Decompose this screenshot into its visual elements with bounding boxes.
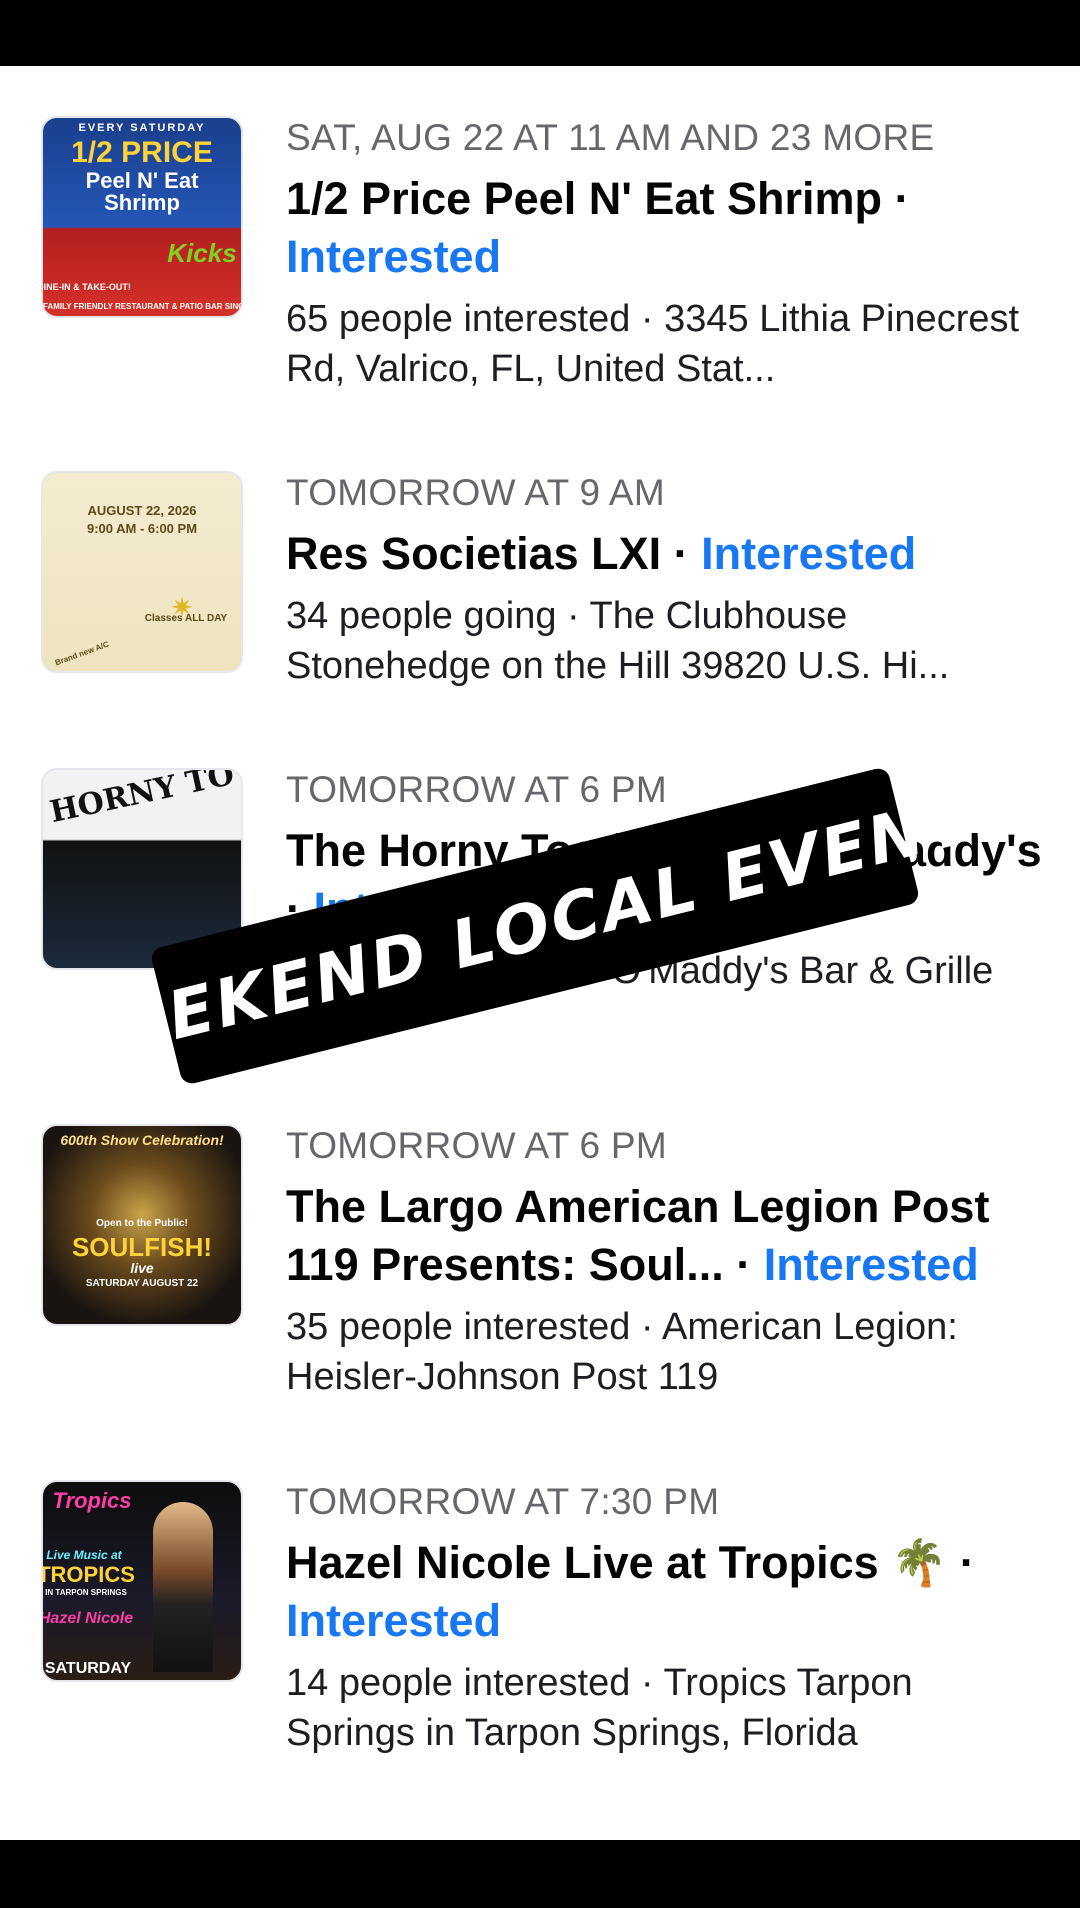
event-title[interactable]: The Largo American Legion Post 119 Prese…	[286, 1178, 1046, 1294]
event-info: TOMORROW AT 9 AM Res Societias LXI · Int…	[286, 471, 1046, 691]
event-title-text: 1/2 Price Peel N' Eat Shrimp ·	[286, 173, 910, 224]
thumb-text: Shrimp	[104, 190, 180, 215]
event-meta: 35 people interested · American Legion: …	[286, 1306, 958, 1398]
thumb-text: Brand new A/C	[53, 639, 111, 668]
thumb-text: EVERY SATURDAY	[78, 122, 206, 134]
list-item[interactable]: 600th Show Celebration! Open to the Publ…	[0, 1124, 1080, 1464]
event-info: TOMORROW AT 7:30 PM Hazel Nicole Live at…	[286, 1480, 1046, 1758]
interested-status[interactable]: Interested	[286, 1595, 501, 1646]
interested-status[interactable]: Interested	[764, 1239, 979, 1290]
thumb-text: 9:00 AM - 6:00 PM	[86, 521, 198, 536]
event-thumbnail[interactable]: 600th Show Celebration! Open to the Publ…	[41, 1124, 243, 1326]
list-item[interactable]: EVERY SATURDAY 1/2 PRICE Peel N' Eat Shr…	[0, 116, 1080, 456]
thumb-text: DINE-IN & TAKE-OUT!	[41, 282, 131, 292]
event-thumbnail[interactable]: AUGUST 22, 2026 9:00 AM - 6:00 PM ✷ Clas…	[41, 471, 243, 673]
thumb-logo: Kicks	[167, 238, 237, 268]
event-date: TOMORROW AT 9 AM	[286, 472, 665, 513]
list-item[interactable]: Tropics Live Music at TROPICS IN TARPON …	[0, 1480, 1080, 1820]
event-date: SAT, AUG 22 AT 11 AM AND 23 MORE	[286, 117, 935, 158]
navigation-bar	[0, 1840, 1080, 1908]
list-item[interactable]: AUGUST 22, 2026 9:00 AM - 6:00 PM ✷ Clas…	[0, 471, 1080, 811]
event-thumbnail[interactable]: Tropics Live Music at TROPICS IN TARPON …	[41, 1480, 243, 1682]
event-meta: 34 people going · The Clubhouse Stonehed…	[286, 595, 950, 687]
performer-image	[153, 1502, 213, 1672]
interested-status[interactable]: Interested	[286, 231, 501, 282]
thumb-text: SATURDAY AUGUST 22	[85, 1278, 199, 1289]
thumb-text: FAMILY FRIENDLY RESTAURANT & PATIO BAR S…	[43, 302, 241, 311]
event-meta: 14 people interested · Tropics Tarpon Sp…	[286, 1662, 913, 1754]
event-title-text: Hazel Nicole Live at Tropics 🌴 ·	[286, 1537, 975, 1588]
thumb-text: HORNY TO	[46, 768, 238, 831]
event-meta: 65 people interested · 3345 Lithia Pinec…	[286, 298, 1020, 390]
event-thumbnail[interactable]: EVERY SATURDAY 1/2 PRICE Peel N' Eat Shr…	[41, 116, 243, 318]
interested-status[interactable]: Interested	[701, 528, 916, 579]
event-title[interactable]: 1/2 Price Peel N' Eat Shrimp · Intereste…	[286, 170, 1046, 286]
event-title-text: Res Societias LXI ·	[286, 528, 702, 579]
event-info: TOMORROW AT 6 PM The Largo American Legi…	[286, 1124, 1046, 1402]
event-date: TOMORROW AT 6 PM	[286, 1125, 667, 1166]
event-date: TOMORROW AT 7:30 PM	[286, 1481, 720, 1522]
event-title[interactable]: Hazel Nicole Live at Tropics 🌴 · Interes…	[286, 1534, 1046, 1650]
thumb-text: Open to the Public!	[96, 1218, 188, 1229]
thumb-text: 1/2 PRICE	[71, 136, 213, 169]
status-bar	[0, 0, 1080, 66]
event-info: SAT, AUG 22 AT 11 AM AND 23 MORE 1/2 Pri…	[286, 116, 1046, 394]
thumb-text: 600th Show Celebration!	[60, 1132, 224, 1148]
events-list: EVERY SATURDAY 1/2 PRICE Peel N' Eat Shr…	[0, 66, 1080, 1840]
thumb-text: SOULFISH!	[71, 1232, 213, 1262]
thumb-text: live	[130, 1260, 154, 1276]
event-title[interactable]: Res Societias LXI · Interested	[286, 525, 1046, 583]
thumb-text: AUGUST 22, 2026	[87, 503, 197, 518]
